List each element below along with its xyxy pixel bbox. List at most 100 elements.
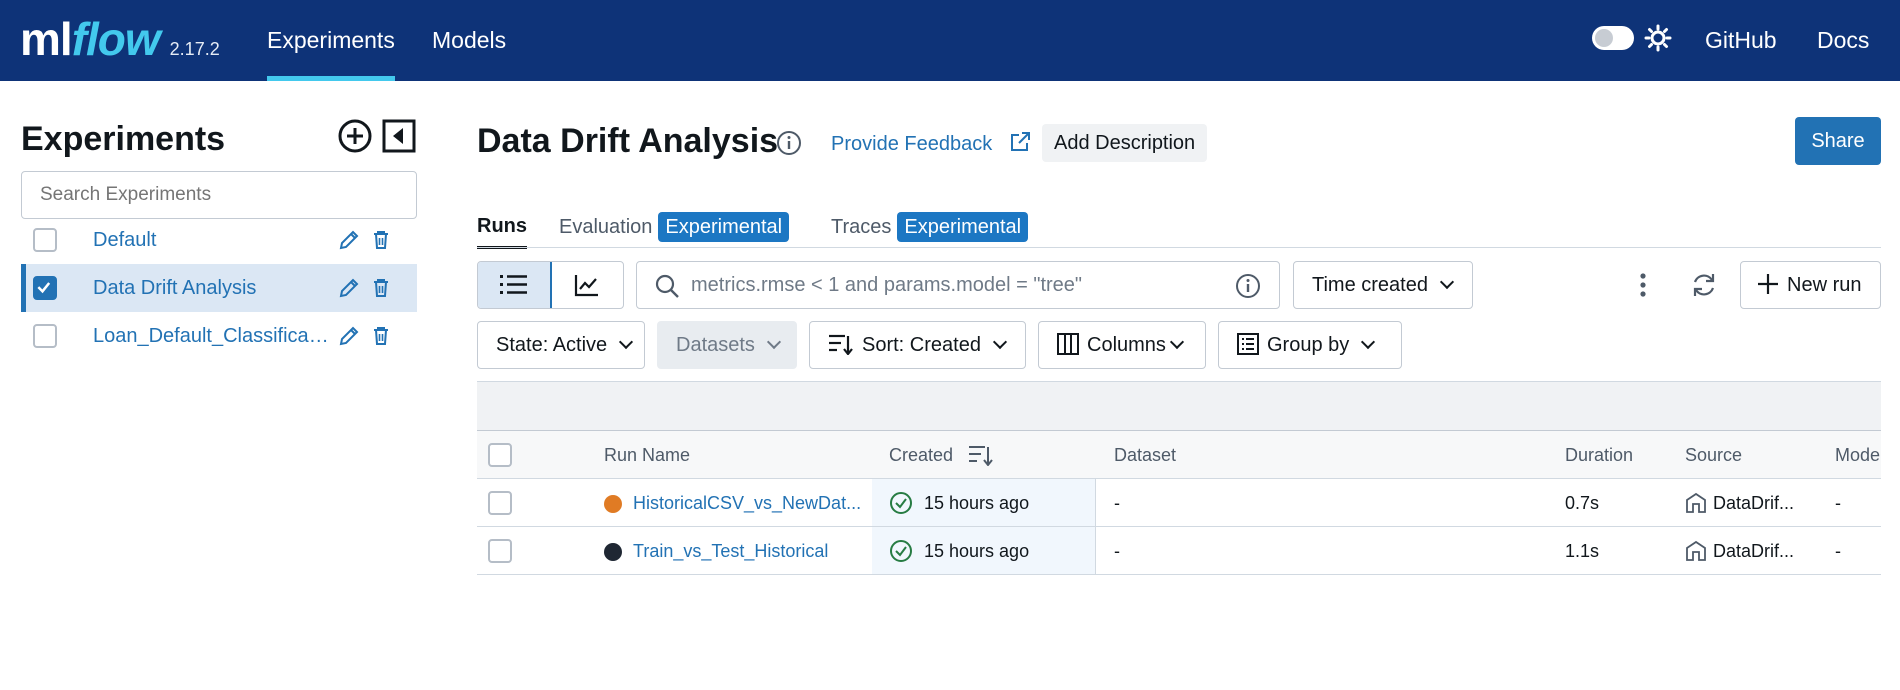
sort-value: Sort: Created	[862, 334, 981, 356]
runs-search-box	[636, 261, 1280, 309]
tab-label: Evaluation	[559, 216, 653, 238]
version-label: 2.17.2	[169, 39, 220, 59]
tab-label: Traces	[831, 216, 892, 238]
column-header-source[interactable]: Source	[1685, 431, 1742, 479]
search-experiments-input[interactable]	[21, 171, 417, 219]
new-run-label: New run	[1787, 274, 1862, 296]
provide-feedback-link[interactable]: Provide Feedback	[831, 130, 1032, 156]
column-header-model[interactable]: Mode	[1835, 431, 1880, 479]
line-chart-icon	[574, 275, 598, 297]
row-checkbox[interactable]	[488, 491, 512, 515]
tab-traces[interactable]: Traces Experimental	[831, 212, 1029, 248]
run-name-link[interactable]: Train_vs_Test_Historical	[633, 527, 828, 575]
tab-runs[interactable]: Runs	[477, 212, 527, 249]
duration-value: 0.7s	[1565, 493, 1600, 513]
chevron-down-icon	[619, 334, 634, 350]
dark-mode-toggle[interactable]	[1592, 26, 1634, 50]
time-created-value: Time created	[1312, 274, 1428, 296]
list-icon	[499, 275, 527, 294]
top-nav-bar: ml flow 2.17.2 Experiments Models GitHub…	[0, 0, 1900, 81]
tabs-divider	[477, 247, 1881, 248]
column-header-dataset[interactable]: Dataset	[1114, 431, 1176, 479]
feedback-label: Provide Feedback	[831, 133, 993, 155]
experiment-item-default[interactable]: Default	[21, 216, 417, 264]
select-all-checkbox[interactable]	[488, 443, 512, 467]
run-color-dot[interactable]	[604, 543, 622, 561]
new-run-button[interactable]: New run	[1740, 261, 1881, 309]
experiment-name[interactable]: Default	[93, 216, 333, 264]
group-by-select[interactable]: Group by	[1218, 321, 1402, 369]
duration-value: 1.1s	[1565, 541, 1600, 561]
chevron-down-icon	[1169, 334, 1184, 350]
trash-icon[interactable]	[369, 228, 393, 252]
external-link-icon	[1010, 132, 1030, 151]
notebook-source-icon	[1686, 492, 1706, 513]
columns-select[interactable]: Columns	[1038, 321, 1206, 369]
column-header-run-name[interactable]: Run Name	[604, 431, 690, 479]
create-experiment-icon[interactable]	[337, 118, 373, 154]
search-info-icon[interactable]	[1235, 273, 1261, 299]
table-row: Train_vs_Test_Historical 15 hours ago - …	[477, 527, 1881, 575]
toggle-knob	[1595, 29, 1613, 47]
edit-pencil-icon[interactable]	[337, 276, 361, 300]
model-value: -	[1835, 541, 1841, 561]
info-icon[interactable]	[776, 130, 802, 156]
success-check-icon	[890, 540, 912, 562]
tab-evaluation[interactable]: Evaluation Experimental	[559, 212, 790, 248]
nav-models[interactable]: Models	[432, 0, 506, 81]
nav-experiments[interactable]: Experiments	[267, 0, 395, 81]
table-row: HistoricalCSV_vs_NewDat... 15 hours ago …	[477, 479, 1881, 527]
experiment-checkbox[interactable]	[33, 276, 57, 300]
column-header-created[interactable]: Created	[889, 431, 994, 479]
sidebar-title: Experiments	[21, 120, 226, 158]
run-color-dot[interactable]	[604, 495, 622, 513]
trash-icon[interactable]	[369, 276, 393, 300]
experiment-title: Data Drift Analysis	[477, 122, 779, 160]
columns-label: Columns	[1087, 334, 1166, 356]
trash-icon[interactable]	[369, 324, 393, 348]
sun-icon	[1644, 24, 1672, 52]
edit-pencil-icon[interactable]	[337, 324, 361, 348]
source-value[interactable]: DataDrif...	[1713, 527, 1794, 575]
docs-link[interactable]: Docs	[1817, 0, 1869, 81]
created-value: 15 hours ago	[924, 541, 1030, 561]
mlflow-logo[interactable]: ml flow 2.17.2	[20, 12, 220, 68]
state-filter-select[interactable]: State: Active	[477, 321, 645, 369]
experiment-checkbox[interactable]	[33, 324, 57, 348]
add-description-button[interactable]: Add Description	[1042, 124, 1208, 162]
runs-search-input[interactable]	[691, 270, 1211, 300]
group-by-label: Group by	[1267, 334, 1350, 356]
refresh-icon[interactable]	[1690, 271, 1718, 299]
datasets-filter-select[interactable]: Datasets	[657, 321, 797, 369]
experiment-item-loan-default[interactable]: Loan_Default_Classificati...	[21, 312, 417, 360]
share-button[interactable]: Share	[1795, 117, 1881, 165]
collapse-sidebar-icon[interactable]	[381, 118, 417, 154]
chevron-down-icon	[1439, 274, 1455, 290]
chevron-down-icon	[1361, 334, 1376, 350]
column-header-duration[interactable]: Duration	[1565, 431, 1633, 479]
experiment-name[interactable]: Data Drift Analysis	[93, 264, 333, 312]
search-icon	[655, 274, 679, 298]
chart-view-button[interactable]	[551, 262, 624, 308]
dataset-value: -	[1114, 493, 1120, 513]
row-checkbox[interactable]	[488, 539, 512, 563]
table-toolbar-area	[477, 381, 1881, 431]
success-check-icon	[890, 492, 912, 514]
edit-pencil-icon[interactable]	[337, 228, 361, 252]
experiment-name[interactable]: Loan_Default_Classificati...	[93, 312, 333, 360]
state-filter-value: State: Active	[496, 334, 608, 356]
github-link[interactable]: GitHub	[1705, 0, 1777, 81]
table-header-row: Run Name Created Dataset Duration Source…	[477, 431, 1881, 479]
logo-flow-text: flow	[71, 13, 161, 65]
run-name-link[interactable]: HistoricalCSV_vs_NewDat...	[633, 479, 861, 527]
experiment-checkbox[interactable]	[33, 228, 57, 252]
datasets-filter-label: Datasets	[676, 334, 755, 356]
sort-select[interactable]: Sort: Created	[809, 321, 1026, 369]
time-created-select[interactable]: Time created	[1293, 261, 1473, 309]
plus-icon	[1758, 274, 1778, 294]
table-view-button[interactable]	[478, 262, 552, 308]
kebab-menu-icon[interactable]	[1639, 272, 1647, 298]
source-value[interactable]: DataDrif...	[1713, 479, 1794, 527]
experiment-item-data-drift-analysis[interactable]: Data Drift Analysis	[21, 264, 417, 312]
columns-icon	[1057, 333, 1079, 355]
